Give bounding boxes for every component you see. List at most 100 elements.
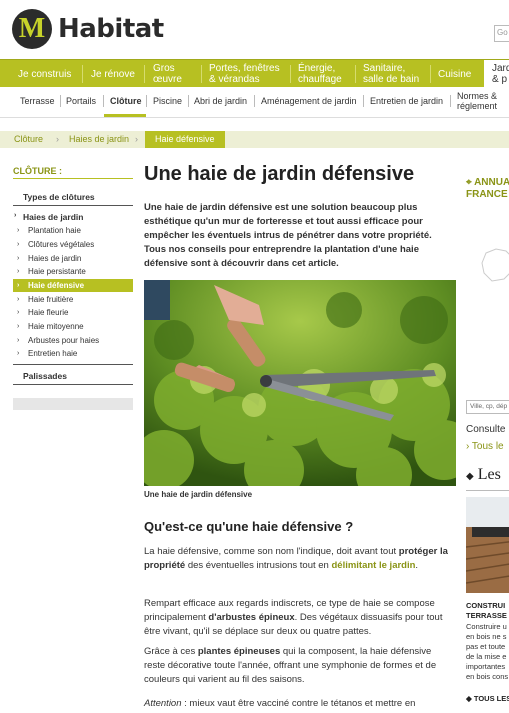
subnav-divider xyxy=(146,95,147,107)
nav-item-gros-oeuvre[interactable]: Gros œuvre xyxy=(153,60,197,88)
sidebar-item[interactable]: › Haie fleurie xyxy=(13,306,133,319)
sidebar-item[interactable]: › Haie fruitière xyxy=(13,293,133,306)
sidebar-item[interactable]: › Haie persistante xyxy=(13,265,133,278)
paragraph-text: La haie défensive, comme son nom l'indiq… xyxy=(144,546,399,557)
sidebar-divider xyxy=(13,178,133,179)
sidebar-item-active[interactable]: › Haie défensive xyxy=(13,279,133,292)
image-caption: Une haie de jardin défensive xyxy=(144,490,253,499)
breadcrumb: Clôture › Haies de jardin › Haie défensi… xyxy=(0,131,509,148)
consulter-link[interactable]: Consulte xyxy=(466,424,505,435)
sidebar-section-types[interactable]: Types de clôtures xyxy=(13,192,133,202)
subnav-cloture[interactable]: Clôture xyxy=(110,87,142,115)
nav-divider xyxy=(430,65,431,83)
subnav-divider xyxy=(103,95,104,107)
delimitant-link[interactable]: délimitant le jardin xyxy=(331,560,415,571)
terrace-photo[interactable] xyxy=(466,497,509,593)
paragraph: Grâce à ces plantes épineuses qui la com… xyxy=(144,645,452,687)
annuaire-label: ANNUA xyxy=(474,177,509,188)
sub-nav: Terrasse Portails Clôture Piscine Abri d… xyxy=(0,87,509,118)
subnav-terrasse[interactable]: Terrasse xyxy=(20,87,55,115)
sidebar-title: CLÔTURE : xyxy=(13,166,62,176)
sidebar-item-label: Haies de jardin xyxy=(28,254,82,263)
logo-text[interactable]: Habitat xyxy=(58,14,164,44)
nav-item-energie[interactable]: Énergie, chauffage xyxy=(298,60,348,88)
france-map-icon[interactable] xyxy=(478,245,509,285)
sidebar-item-label: Haie fleurie xyxy=(28,308,69,317)
breadcrumb-haies[interactable]: Haies de jardin xyxy=(69,131,129,148)
subnav-piscine[interactable]: Piscine xyxy=(153,87,182,115)
chevron-right-icon: › xyxy=(17,255,20,262)
nav-item-je-construis[interactable]: Je construis xyxy=(18,60,71,88)
annuaire-france-label: FRANCE xyxy=(466,189,508,200)
subnav-active-indicator xyxy=(104,114,146,117)
chevron-right-icon: › xyxy=(17,296,20,303)
subnav-divider xyxy=(363,95,364,107)
subnav-portails[interactable]: Portails xyxy=(66,87,96,115)
breadcrumb-current: Haie défensive xyxy=(145,131,225,148)
subnav-normes[interactable]: Normes & réglement xyxy=(457,87,509,115)
sidebar-item[interactable]: › Arbustes pour haies xyxy=(13,334,133,347)
sidebar-item[interactable]: › Haies de jardin xyxy=(13,252,133,265)
nav-item-portes-fenetres[interactable]: Portes, fenêtres & vérandas xyxy=(209,60,289,88)
chevron-right-icon: › xyxy=(135,134,138,144)
breadcrumb-cloture[interactable]: Clôture xyxy=(14,131,43,148)
sidebar-item-label: Haie mitoyenne xyxy=(28,322,84,331)
sidebar-section-haies[interactable]: › Haies de jardin xyxy=(13,212,133,222)
nav-item-jardin[interactable]: Jardin & p xyxy=(484,60,509,88)
sidebar-item[interactable]: › Clôtures végétales xyxy=(13,238,133,251)
sidebar-section-palissades[interactable]: Palissades xyxy=(13,371,133,381)
site-header: M Habitat Go xyxy=(0,0,509,60)
chevron-right-icon: › xyxy=(56,134,59,144)
paragraph-text: des éventuelles intrusions tout en xyxy=(185,560,332,571)
les-heading: ◆ Les xyxy=(466,466,501,484)
diamond-icon: ◆ xyxy=(466,471,474,482)
sidebar-item-label: Haie persistante xyxy=(28,267,86,276)
chevron-right-icon: › xyxy=(17,337,20,344)
nav-item-cuisine[interactable]: Cuisine xyxy=(438,60,471,88)
sidebar-item-label: Haie fruitière xyxy=(28,295,74,304)
paragraph: La haie défensive, comme son nom l'indiq… xyxy=(144,545,452,573)
search-input[interactable]: Go xyxy=(494,25,509,42)
nav-item-je-renove[interactable]: Je rénove xyxy=(91,60,135,88)
nav-divider xyxy=(290,65,291,83)
tous-les-link[interactable]: › Tous le xyxy=(466,441,504,452)
nav-divider xyxy=(144,65,145,83)
paragraph-bold: plantes épineuses xyxy=(197,646,281,657)
logo-icon[interactable]: M xyxy=(12,9,52,49)
promo-title[interactable]: CONSTRUI TERRASSE xyxy=(466,601,507,621)
right-divider xyxy=(466,490,509,491)
subnav-amenagement[interactable]: Aménagement de jardin xyxy=(261,87,357,115)
sidebar-item-label: Haie défensive xyxy=(28,281,85,290)
subnav-abri-de-jardin[interactable]: Abri de jardin xyxy=(194,87,247,115)
sidebar-item[interactable]: › Plantation haie xyxy=(13,224,133,237)
tous-les-label: TOUS LES xyxy=(473,694,509,703)
sidebar-divider xyxy=(13,205,133,206)
chevron-right-icon: › xyxy=(17,323,20,330)
chevron-right-icon: › xyxy=(17,350,20,357)
city-search-input[interactable]: Ville, cp, dép xyxy=(466,400,509,414)
logo-letter: M xyxy=(18,13,46,44)
sidebar-item[interactable]: › Entretien haie xyxy=(13,347,133,360)
chevron-right-icon: › xyxy=(17,241,20,248)
paragraph-text: Grâce à ces xyxy=(144,646,198,657)
diamond-icon: ◆ xyxy=(466,694,472,703)
nav-divider xyxy=(201,65,202,83)
paragraph: Attention : mieux vaut être vacciné cont… xyxy=(144,697,452,711)
subnav-divider xyxy=(450,95,451,107)
annuaire-heading: ⌖ ANNUA FRANCE xyxy=(466,177,509,201)
chevron-right-icon: › xyxy=(17,227,20,234)
nav-item-sanitaire[interactable]: Sanitaire, salle de bain xyxy=(363,60,425,88)
subnav-entretien[interactable]: Entretien de jardin xyxy=(370,87,443,115)
paragraph-italic: Attention xyxy=(144,698,182,709)
sidebar-item-label: Plantation haie xyxy=(28,226,81,235)
terrace-photo-illustration xyxy=(466,497,509,593)
article-intro: Une haie de jardin défensive est une sol… xyxy=(144,202,432,269)
sidebar-section-haies-label: Haies de jardin xyxy=(23,212,84,222)
tous-les-footer-link[interactable]: ◆ TOUS LES xyxy=(466,694,509,703)
main-nav: Je construis Je rénove Gros œuvre Portes… xyxy=(0,59,509,88)
sidebar-divider xyxy=(13,364,133,365)
sidebar-item[interactable]: › Haie mitoyenne xyxy=(13,320,133,333)
article-title: Une haie de jardin défensive xyxy=(144,163,415,185)
paragraph-bold: d'arbustes épineux xyxy=(208,612,295,623)
sidebar-item-label: Clôtures végétales xyxy=(28,240,95,249)
